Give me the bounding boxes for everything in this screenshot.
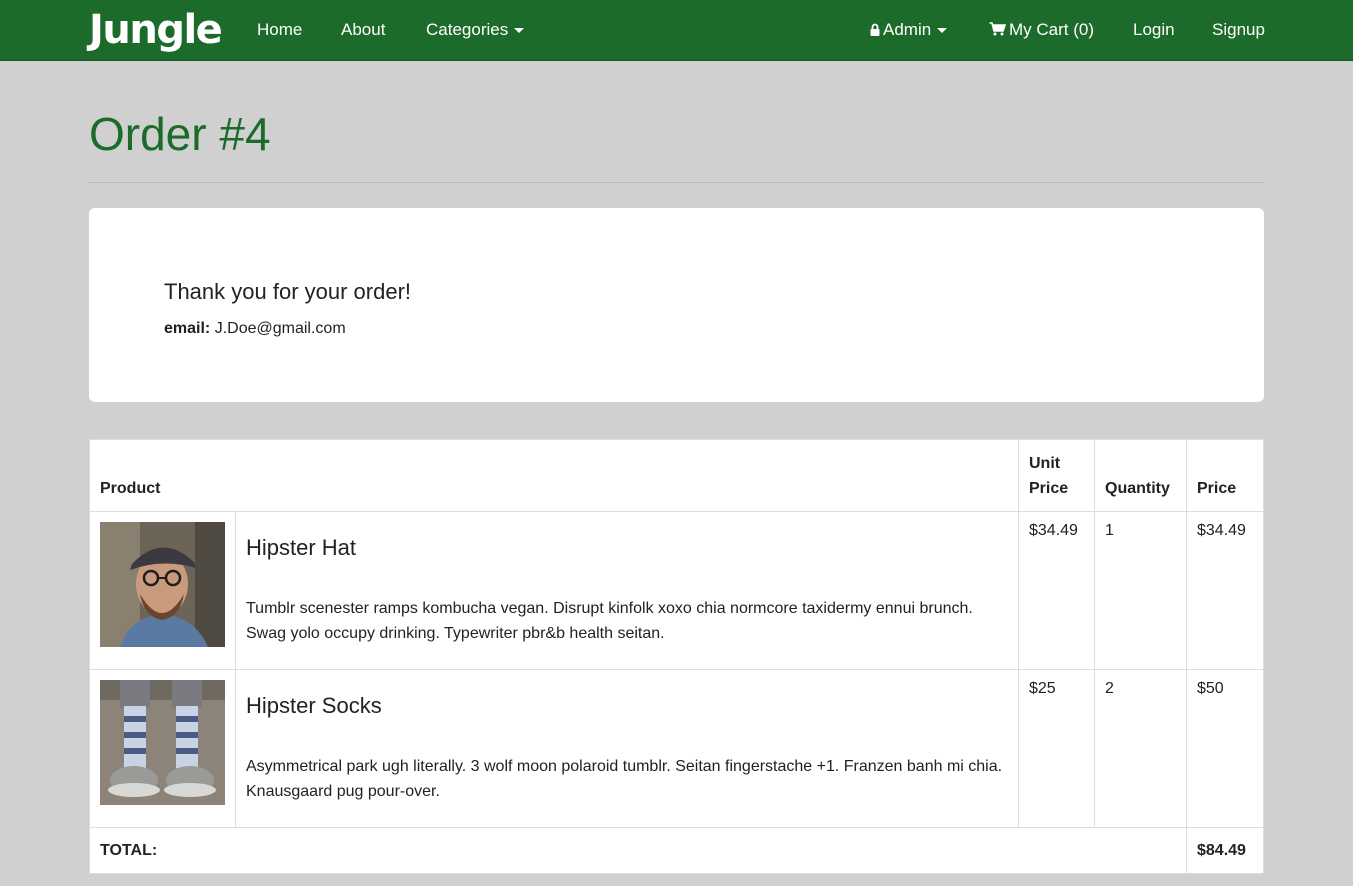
email-value: J.Doe@gmail.com [214, 320, 346, 337]
nav-admin-dropdown[interactable]: Admin [870, 19, 948, 41]
price-cell: $50 [1186, 669, 1264, 828]
price-cell: $34.49 [1186, 511, 1264, 670]
table-header-row: Product Unit Price Quantity Price [89, 439, 1264, 512]
hipster-hat-image [100, 522, 225, 647]
title-divider [89, 182, 1264, 183]
navbar: Jungle Home About Categories Admin My Ca… [0, 0, 1353, 61]
product-description: Asymmetrical park ugh literally. 3 wolf … [246, 758, 1003, 800]
quantity-cell: 1 [1094, 511, 1187, 670]
header-quantity: Quantity [1094, 439, 1187, 512]
total-row: TOTAL: $84.49 [89, 827, 1264, 874]
cart-icon [989, 22, 1006, 36]
page-title: Order #4 [89, 108, 271, 160]
product-info-cell: Hipster Socks Asymmetrical park ugh lite… [235, 669, 1019, 828]
order-items-table: Product Unit Price Quantity Price Hipste… [89, 439, 1264, 874]
lock-icon [870, 23, 880, 36]
nav-categories-dropdown[interactable]: Categories [426, 19, 525, 41]
caret-down-icon [937, 28, 948, 34]
nav-categories-label: Categories [426, 20, 509, 39]
unit-price-cell: $25 [1018, 669, 1095, 828]
header-unit-price: Unit Price [1018, 439, 1095, 512]
email-label: email: [164, 320, 211, 337]
total-label: TOTAL: [89, 827, 1187, 874]
total-value: $84.49 [1186, 827, 1264, 874]
nav-cart-label: My Cart (0) [1009, 20, 1094, 39]
brand-logo[interactable]: Jungle [89, 4, 223, 56]
nav-home[interactable]: Home [257, 19, 302, 41]
nav-cart[interactable]: My Cart (0) [989, 19, 1094, 41]
nav-about[interactable]: About [341, 19, 385, 41]
quantity-cell: 2 [1094, 669, 1187, 828]
caret-down-icon [514, 28, 525, 34]
product-name: Hipster Socks [246, 693, 382, 718]
product-name: Hipster Hat [246, 535, 357, 560]
product-description: Tumblr scenester ramps kombucha vegan. D… [246, 600, 973, 642]
order-confirmation-panel: Thank you for your order! email: J.Doe@g… [89, 208, 1264, 402]
hipster-socks-image [100, 680, 225, 805]
nav-login[interactable]: Login [1133, 19, 1175, 41]
table-row: Hipster Hat Tumblr scenester ramps kombu… [89, 511, 1264, 670]
order-email: email: J.Doe@gmail.com [164, 320, 346, 338]
product-info-cell: Hipster Hat Tumblr scenester ramps kombu… [235, 511, 1019, 670]
table-row: Hipster Socks Asymmetrical park ugh lite… [89, 669, 1264, 828]
thank-you-message: Thank you for your order! [164, 279, 412, 304]
header-product: Product [89, 439, 1019, 512]
unit-price-cell: $34.49 [1018, 511, 1095, 670]
header-price: Price [1186, 439, 1264, 512]
nav-signup[interactable]: Signup [1212, 19, 1265, 41]
product-image-cell [89, 669, 236, 828]
product-image-cell [89, 511, 236, 670]
nav-admin-label: Admin [883, 20, 932, 39]
